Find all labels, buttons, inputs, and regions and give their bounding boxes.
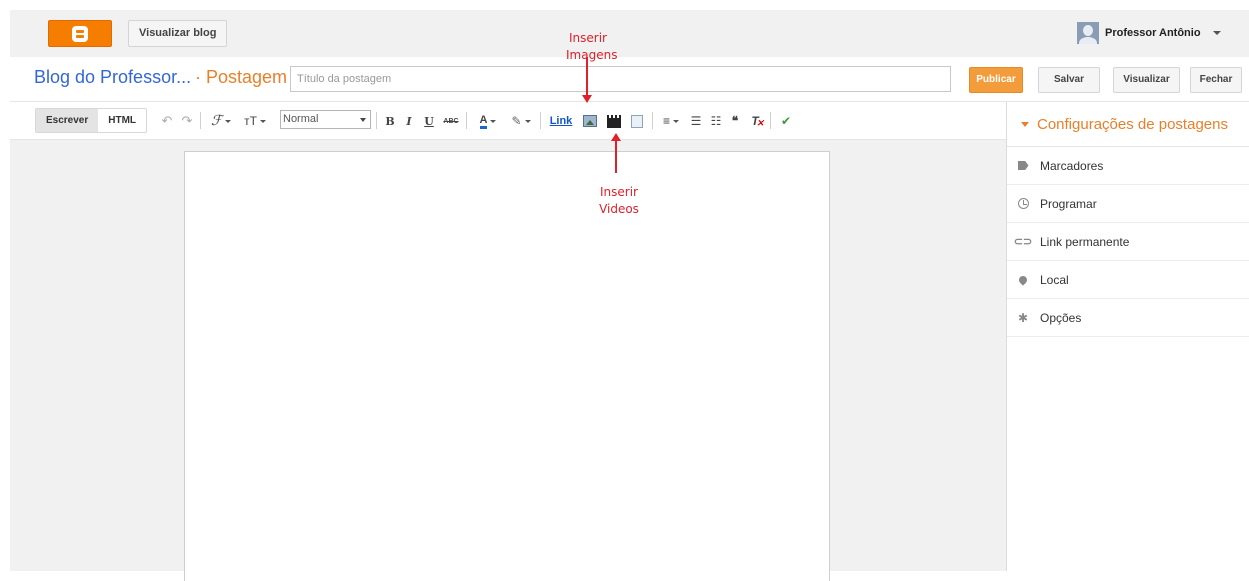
- bold-button[interactable]: B: [383, 102, 397, 140]
- align-button[interactable]: ≡: [660, 102, 682, 140]
- toolbar-divider: [376, 112, 377, 129]
- editor-mode-toggle: Escrever HTML: [35, 108, 148, 133]
- strikethrough-button[interactable]: ABC: [442, 102, 460, 140]
- clock-icon: [1017, 198, 1029, 210]
- sidebar-item-label: Local: [1040, 272, 1069, 287]
- annotation-insert-videos: Inserir Videos: [599, 185, 639, 216]
- sidebar-item-label: Programar: [1040, 196, 1097, 211]
- chevron-down-icon: [259, 119, 266, 123]
- insert-jump-break-button[interactable]: [628, 102, 646, 140]
- save-button[interactable]: Salvar: [1038, 67, 1100, 93]
- sidebar-item-label: Opções: [1040, 310, 1082, 325]
- tag-icon: [1017, 160, 1029, 172]
- spell-check-icon[interactable]: ✔: [778, 102, 794, 140]
- quote-icon[interactable]: ❝: [727, 102, 743, 140]
- sidebar-item-labels[interactable]: Marcadores: [1007, 147, 1249, 185]
- post-title-input[interactable]: Título da postagem: [290, 66, 951, 92]
- align-icon: ≡: [662, 114, 670, 128]
- top-bar: Visualizar blog Professor Antônio: [10, 10, 1249, 57]
- post-settings-sidebar: Configurações de postagens Marcadores Pr…: [1006, 102, 1249, 571]
- highlight-icon: ✎: [511, 114, 522, 128]
- toolbar-divider: [770, 112, 771, 129]
- font-family-icon: ℱ: [210, 113, 222, 129]
- insert-image-icon: [583, 115, 597, 127]
- highlight-button[interactable]: ✎: [507, 102, 535, 140]
- page-title: · Postagem: [195, 67, 288, 87]
- bullet-list-icon[interactable]: ☷: [708, 102, 724, 140]
- sidebar-item-permalink[interactable]: ⊂⊃ Link permanente: [1007, 223, 1249, 261]
- sidebar-item-location[interactable]: Local: [1007, 261, 1249, 299]
- insert-image-button[interactable]: [581, 102, 599, 140]
- post-settings-heading[interactable]: Configurações de postagens: [1007, 102, 1249, 147]
- link-icon: ⊂⊃: [1013, 236, 1033, 248]
- publish-button[interactable]: Publicar: [969, 67, 1023, 93]
- font-size-icon: тT: [244, 114, 257, 128]
- mode-html-button[interactable]: HTML: [98, 109, 146, 132]
- mode-write-button[interactable]: Escrever: [36, 109, 99, 132]
- blogger-editor-window: Visualizar blog Professor Antônio Blog d…: [10, 10, 1249, 581]
- insert-jump-break-icon: [631, 114, 643, 128]
- insert-video-icon: [607, 114, 621, 128]
- chevron-down-icon: [490, 119, 497, 123]
- chevron-down-icon: [225, 119, 231, 123]
- link-button[interactable]: Link: [548, 102, 574, 140]
- avatar: [1077, 22, 1099, 44]
- chevron-down-icon: [1021, 121, 1029, 127]
- paragraph-format-value: Normal: [283, 113, 319, 125]
- underline-button[interactable]: U: [422, 102, 436, 140]
- preview-button[interactable]: Visualizar: [1113, 67, 1180, 93]
- annotation-arrow-down: [582, 57, 592, 103]
- italic-button[interactable]: I: [402, 102, 416, 140]
- text-color-button[interactable]: A: [474, 102, 502, 140]
- toolbar-divider: [540, 112, 541, 129]
- close-button[interactable]: Fechar: [1190, 67, 1242, 93]
- location-pin-icon: [1017, 273, 1029, 286]
- chevron-down-icon: [673, 119, 679, 123]
- toolbar-divider: [652, 112, 653, 129]
- editor-area: [10, 141, 1006, 581]
- undo-icon[interactable]: ↶: [160, 102, 174, 140]
- post-body-editor[interactable]: [184, 151, 830, 581]
- post-settings-title: Configurações de postagens: [1037, 115, 1228, 133]
- chevron-down-icon: [360, 118, 366, 122]
- redo-icon[interactable]: ↷: [180, 102, 194, 140]
- post-title-row: Blog do Professor... · Postagem Título d…: [10, 57, 1249, 102]
- blogger-home-button[interactable]: [48, 20, 112, 47]
- annotation-arrow-up: [611, 133, 621, 173]
- chevron-down-icon: [524, 119, 531, 123]
- chevron-down-icon: [1212, 31, 1221, 35]
- editor-toolbar: Escrever HTML ↶ ↷ ℱ тT Normal B I U ABC …: [10, 102, 1006, 140]
- toolbar-divider: [200, 112, 201, 129]
- sidebar-item-label: Marcadores: [1040, 158, 1104, 173]
- sidebar-item-options[interactable]: ✱ Opções: [1007, 299, 1249, 337]
- sidebar-item-schedule[interactable]: Programar: [1007, 185, 1249, 223]
- toolbar-divider: [466, 112, 467, 129]
- paragraph-format-select[interactable]: Normal: [280, 110, 371, 129]
- link-label: Link: [549, 115, 573, 127]
- font-size-button[interactable]: тT: [240, 102, 270, 140]
- gear-icon: ✱: [1017, 310, 1029, 325]
- font-family-button[interactable]: ℱ: [208, 102, 234, 140]
- clear-format-icon[interactable]: T ✕: [747, 102, 764, 140]
- sidebar-item-label: Link permanente: [1040, 234, 1130, 249]
- text-color-icon: A: [479, 114, 488, 129]
- user-menu[interactable]: Professor Antônio: [1077, 22, 1221, 44]
- annotation-insert-images: Inserir Imagens: [566, 31, 618, 62]
- blog-name-link[interactable]: Blog do Professor...: [34, 67, 191, 88]
- user-name: Professor Antônio: [1105, 27, 1201, 39]
- numbered-list-icon[interactable]: ☰: [688, 102, 704, 140]
- view-blog-button[interactable]: Visualizar blog: [128, 20, 228, 47]
- blogger-logo-icon: [72, 25, 88, 42]
